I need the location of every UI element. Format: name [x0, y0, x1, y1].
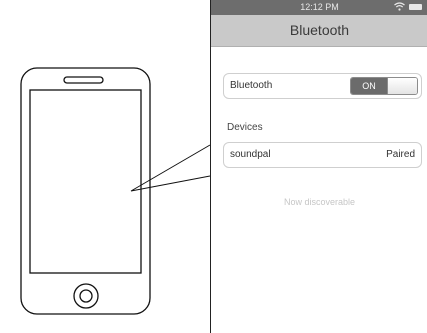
bluetooth-label: Bluetooth — [230, 80, 273, 91]
bluetooth-toggle[interactable]: ON — [350, 77, 418, 95]
discoverable-status: Now discoverable — [283, 197, 356, 207]
status-icons — [394, 2, 422, 11]
toggle-on-label: ON — [351, 78, 387, 94]
status-bar: 12:12 PM — [211, 0, 427, 15]
device-status: Paired — [386, 149, 415, 160]
toggle-knob — [387, 78, 417, 94]
devices-section-header: Devices — [227, 122, 263, 133]
home-button-icon — [73, 283, 99, 309]
page-title: Bluetooth — [289, 22, 350, 38]
device-row-soundpal[interactable]: soundpal Paired — [223, 142, 422, 168]
nav-bar: Bluetooth — [211, 15, 427, 47]
device-name: soundpal — [230, 149, 271, 160]
wifi-icon — [394, 2, 405, 11]
battery-icon — [409, 3, 422, 10]
phone-screen: 12:12 PM Bluetooth Bluetooth ON Devices … — [210, 0, 427, 333]
bluetooth-setting-row: Bluetooth ON — [223, 73, 422, 99]
